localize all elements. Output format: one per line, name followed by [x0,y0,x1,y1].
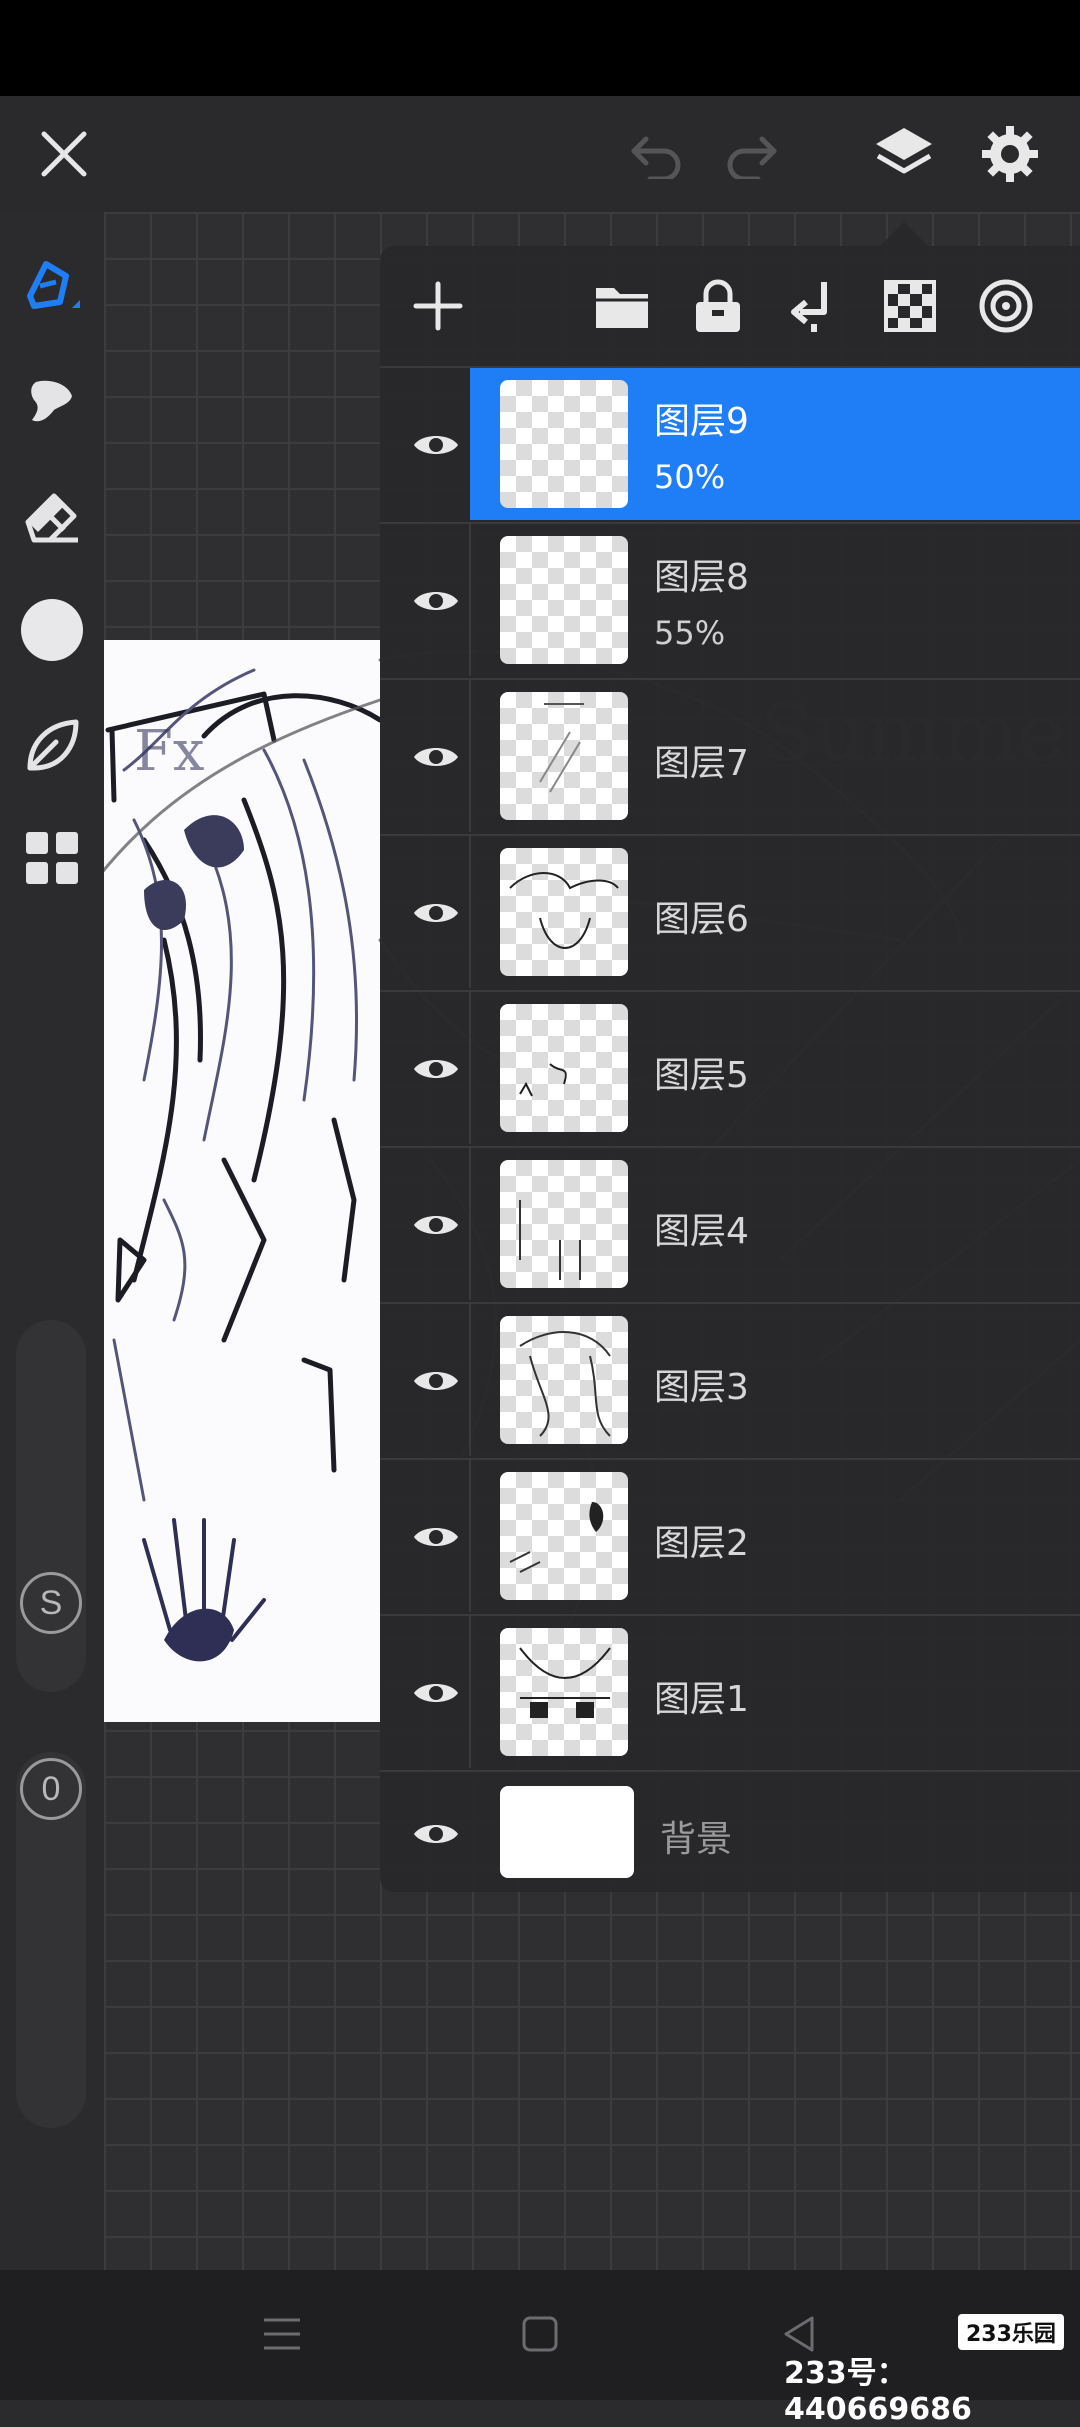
layers-toolbar [380,246,1080,366]
layer-name: 背景 [660,1819,733,1860]
folder-icon[interactable] [584,268,660,344]
eye-icon[interactable] [402,879,470,947]
eraser-icon[interactable] [14,478,90,554]
layer-row-1[interactable]: 图层1 [380,1614,1080,1768]
layer-name: 图层6 [654,899,749,940]
layer-thumbnail [500,692,628,820]
layer-name: 图层3 [654,1367,749,1408]
undo-icon[interactable] [620,118,692,190]
layer-name: 图层1 [654,1679,749,1720]
eye-icon[interactable] [402,1503,470,1571]
eye-icon[interactable] [402,1800,470,1868]
layer-thumbnail [500,380,628,508]
transparency-icon[interactable] [872,268,948,344]
gear-icon[interactable] [974,118,1046,190]
layer-row-8[interactable]: 图层8 55% [380,522,1080,676]
redo-icon[interactable] [716,118,788,190]
grid-icon[interactable] [14,820,90,896]
menu-icon[interactable] [250,2302,314,2366]
layer-thumbnail [500,536,628,664]
layer-name: 图层8 [654,557,749,598]
layer-row-background[interactable]: 背景 [380,1770,1080,1892]
layer-thumbnail [500,1160,628,1288]
watermark-text: 233号：440669686 [784,2356,972,2427]
layer-thumbnail [500,848,628,976]
layer-row-3[interactable]: 图层3 [380,1302,1080,1456]
layer-row-6[interactable]: 图层6 [380,834,1080,988]
layer-thumbnail [500,1786,634,1878]
layer-name: 图层4 [654,1211,749,1252]
layers-icon[interactable] [868,118,940,190]
opacity-slider-knob[interactable]: 0 [20,1758,82,1820]
watermark-logo: 233乐园 [958,2314,1064,2350]
size-slider-knob[interactable]: S [20,1572,82,1634]
layer-row-4[interactable]: 图层4 [380,1146,1080,1300]
status-bar [0,0,1080,96]
layer-thumbnail [500,1316,628,1444]
layer-row-7[interactable]: 图层7 [380,678,1080,832]
eye-icon[interactable] [402,411,470,479]
layer-thumbnail [500,1628,628,1756]
layer-opacity: 55% [654,614,726,652]
brush-size-slider[interactable] [16,1320,86,1692]
layer-opacity: 50% [654,458,726,496]
brush-icon[interactable] [14,246,90,322]
layers-panel: 图层9 50% 图层8 55% 图层7 图层6 图层5 图层4 图层3 图层2 … [380,246,1080,1892]
eye-icon[interactable] [402,1191,470,1259]
layer-thumbnail [500,1472,628,1600]
leaf-icon[interactable] [14,708,90,784]
layer-name: 图层2 [654,1523,749,1564]
layer-row-5[interactable]: 图层5 [380,990,1080,1144]
eye-icon[interactable] [402,567,470,635]
layer-name: 图层5 [654,1055,749,1096]
panel-pointer [880,222,928,246]
blend-icon[interactable] [968,268,1044,344]
eye-icon[interactable] [402,723,470,791]
close-icon[interactable] [28,118,100,190]
svg-text:Fx: Fx [134,719,204,784]
layer-thumbnail [500,1004,628,1132]
layer-row-2[interactable]: 图层2 [380,1458,1080,1612]
layer-name: 图层9 [654,401,749,442]
eye-icon[interactable] [402,1035,470,1103]
eye-icon[interactable] [402,1659,470,1727]
smudge-icon[interactable] [14,364,90,440]
color-swatch[interactable] [14,592,90,668]
merge-down-icon[interactable] [776,268,852,344]
eye-icon[interactable] [402,1347,470,1415]
lock-icon[interactable] [680,268,756,344]
home-icon[interactable] [508,2302,572,2366]
layer-row-9[interactable]: 图层9 50% [380,366,1080,520]
layer-name: 图层7 [654,743,749,784]
add-icon[interactable] [400,268,476,344]
drawing-canvas[interactable]: Fx [104,640,380,1722]
